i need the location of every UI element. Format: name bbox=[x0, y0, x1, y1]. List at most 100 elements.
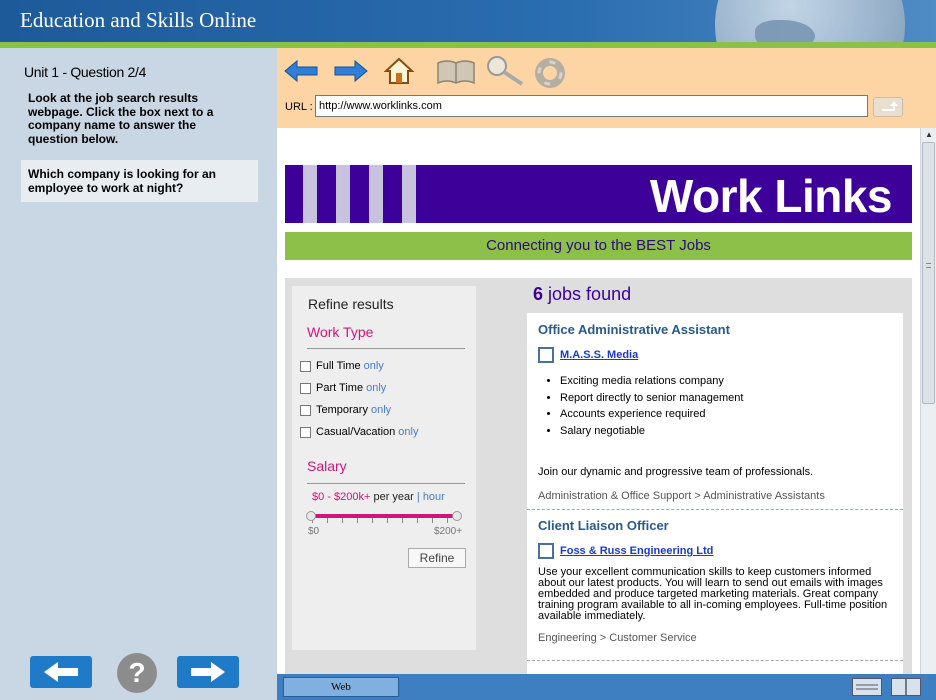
only-link[interactable]: only bbox=[364, 360, 384, 372]
app-title: Education and Skills Online bbox=[20, 8, 257, 32]
checkbox[interactable] bbox=[300, 360, 311, 372]
jobs-count: 6 bbox=[533, 284, 544, 304]
header-stripe bbox=[369, 165, 383, 223]
answer-checkbox[interactable] bbox=[538, 543, 554, 559]
forward-arrow-icon bbox=[334, 59, 368, 83]
list-item: Salary negotiable bbox=[560, 423, 903, 440]
filter-part-time[interactable]: Part Time only bbox=[300, 382, 386, 394]
header-stripe bbox=[402, 165, 416, 223]
answer-checkbox[interactable] bbox=[538, 347, 554, 363]
filter-label: Part Time bbox=[316, 382, 364, 394]
arrow-right-icon bbox=[191, 662, 225, 682]
jobs-found-heading: 6 jobs found bbox=[533, 284, 631, 305]
filter-casual-vacation[interactable]: Casual/Vacation only bbox=[300, 426, 418, 438]
salary-slider[interactable] bbox=[306, 511, 462, 523]
slider-min-handle[interactable] bbox=[306, 511, 316, 521]
slider-ticks bbox=[312, 518, 456, 523]
home-icon bbox=[384, 57, 414, 84]
per-year-label[interactable]: per year bbox=[373, 491, 413, 503]
company-row: M.A.S.S. Media bbox=[538, 347, 903, 363]
next-button[interactable] bbox=[177, 656, 239, 688]
range-separator: | bbox=[416, 491, 420, 503]
slider-max-handle[interactable] bbox=[452, 511, 462, 521]
checkbox[interactable] bbox=[300, 404, 311, 416]
go-button[interactable] bbox=[873, 97, 903, 117]
help-button[interactable]: ? bbox=[117, 653, 157, 693]
refine-title: Refine results bbox=[308, 296, 394, 312]
bottom-taskbar: Web bbox=[277, 674, 936, 700]
grip-icon bbox=[926, 263, 931, 268]
job-title: Client Liaison Officer bbox=[538, 518, 669, 533]
filter-full-time[interactable]: Full Time only bbox=[300, 360, 384, 372]
browser-home-button[interactable] bbox=[382, 54, 416, 88]
list-item: Accounts experience required bbox=[560, 406, 903, 423]
only-link[interactable]: only bbox=[366, 382, 386, 394]
job-category: Administration & Office Support > Admini… bbox=[538, 490, 825, 502]
browser-help-button[interactable] bbox=[531, 56, 569, 90]
back-arrow-icon bbox=[284, 59, 318, 83]
split-pane-layout-button[interactable] bbox=[891, 678, 921, 696]
url-field[interactable]: http://www.worklinks.com bbox=[315, 95, 868, 117]
list-item: Exciting media relations company bbox=[560, 373, 903, 390]
layout-columns-icon bbox=[905, 679, 907, 695]
back-button[interactable] bbox=[30, 656, 92, 688]
browser-back-button[interactable] bbox=[283, 54, 319, 88]
tab-web[interactable]: Web bbox=[283, 677, 399, 697]
browser-bookmarks-button[interactable] bbox=[434, 54, 478, 88]
instructions-text: Look at the job search results webpage. … bbox=[28, 91, 214, 146]
filter-temporary[interactable]: Temporary only bbox=[300, 404, 391, 416]
job-title: Office Administrative Assistant bbox=[538, 322, 730, 337]
filter-label: Casual/Vacation bbox=[316, 426, 396, 438]
scroll-up-icon[interactable]: ▲ bbox=[925, 130, 933, 139]
content-area: Refine results Work Type Full Time only … bbox=[285, 278, 912, 674]
company-link[interactable]: M.A.S.S. Media bbox=[560, 349, 638, 361]
salary-heading: Salary bbox=[307, 458, 347, 474]
question-text: Which company is looking for an employee… bbox=[28, 167, 217, 195]
divider bbox=[307, 483, 465, 484]
app-banner: Education and Skills Online bbox=[0, 0, 936, 42]
listing-divider bbox=[527, 660, 903, 661]
refine-button[interactable]: Refine bbox=[408, 548, 466, 568]
company-row: Foss & Russ Engineering Ltd bbox=[538, 543, 903, 559]
filter-label: Full Time bbox=[316, 360, 361, 372]
browser-toolbar: URL : http://www.worklinks.com bbox=[277, 48, 936, 128]
vertical-scrollbar[interactable]: ▲ bbox=[920, 128, 936, 674]
question-mark-icon: ? bbox=[128, 657, 146, 688]
job-description: Join our dynamic and progressive team of… bbox=[538, 466, 814, 478]
scroll-thumb[interactable] bbox=[922, 142, 935, 404]
list-item: Report directly to senior management bbox=[560, 390, 903, 407]
job-category: Engineering > Customer Service bbox=[538, 632, 697, 644]
site-tagline: Connecting you to the BEST Jobs bbox=[285, 232, 912, 260]
lifebuoy-icon bbox=[535, 58, 565, 88]
filter-label: Temporary bbox=[316, 404, 368, 416]
question-number: Unit 1 - Question 2/4 bbox=[24, 64, 147, 80]
checkbox[interactable] bbox=[300, 426, 311, 438]
browser-forward-button[interactable] bbox=[333, 54, 369, 88]
book-icon bbox=[437, 60, 475, 85]
browser-search-button[interactable] bbox=[484, 54, 526, 88]
arrow-left-icon bbox=[44, 662, 78, 682]
job-results-list: Office Administrative Assistant M.A.S.S.… bbox=[527, 313, 903, 674]
only-link[interactable]: only bbox=[398, 426, 418, 438]
slider-max-label: $200+ bbox=[434, 526, 463, 537]
slider-track bbox=[310, 514, 458, 518]
magnifier-icon bbox=[487, 56, 524, 86]
site-header: Work Links bbox=[285, 165, 912, 223]
only-link[interactable]: only bbox=[371, 404, 391, 416]
per-hour-link[interactable]: hour bbox=[423, 491, 445, 503]
single-pane-layout-button[interactable] bbox=[852, 678, 882, 696]
layout-rows-icon bbox=[856, 684, 878, 690]
question-box: Which company is looking for an employee… bbox=[21, 160, 258, 202]
job-bullets: Exciting media relations company Report … bbox=[560, 373, 903, 439]
checkbox[interactable] bbox=[300, 382, 311, 394]
url-label: URL : bbox=[285, 101, 313, 113]
globe-graphic bbox=[715, 0, 905, 42]
job-description: Use your excellent communication skills … bbox=[538, 566, 888, 622]
work-type-heading: Work Type bbox=[307, 324, 374, 340]
company-link[interactable]: Foss & Russ Engineering Ltd bbox=[560, 545, 713, 557]
jobs-found-label: jobs found bbox=[548, 284, 632, 304]
header-stripe bbox=[303, 165, 317, 223]
refine-panel: Refine results Work Type Full Time only … bbox=[292, 286, 476, 650]
slider-min-label: $0 bbox=[308, 526, 320, 537]
job-listing: Client Liaison Officer Foss & Russ Engin… bbox=[527, 518, 903, 644]
